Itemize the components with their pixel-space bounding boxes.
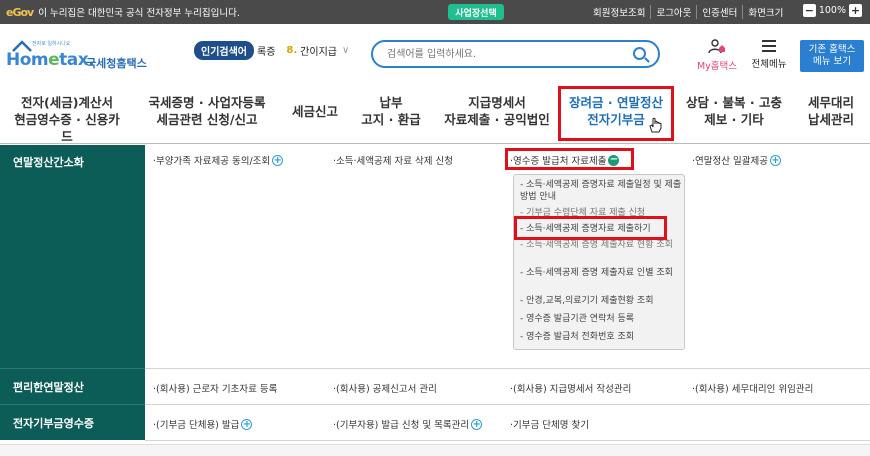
row-divider: [145, 368, 870, 369]
menu-employee-basic[interactable]: ·(회사용) 근로자 기초자료 등록: [153, 381, 277, 395]
receipt-submission-submenu: - 소득·세액공제 증명자료 제출일정 및 제출방법 안내 - 기부금 수령단체…: [513, 174, 685, 350]
zoom-control: − 100% +: [802, 4, 862, 17]
gov-notice-text[interactable]: 이 누리집은 대한민국 공식 전자정부 누리집입니다.: [38, 5, 240, 19]
page-bottom-strip: [0, 444, 870, 456]
screen-size-label: 화면크기: [742, 5, 788, 19]
egov-logo-icon: eGov: [6, 5, 34, 19]
utility-links: 회원정보조회 로그아웃 인증센터 화면크기: [588, 5, 788, 19]
menu-bulk-provision[interactable]: ·연말정산 일괄제공 +: [692, 153, 781, 167]
popular-rank: 8.: [286, 45, 298, 56]
submenu-item-phone-inquiry[interactable]: - 영수증 발급처 전화번호 조회: [520, 331, 684, 343]
menu-agent-delegation[interactable]: ·(회사용) 세무대리인 위임관리: [692, 381, 813, 395]
expand-plus-icon[interactable]: +: [769, 154, 781, 166]
row-head-convenient: 편리한연말정산: [0, 368, 145, 404]
popular-term[interactable]: 간이지급: [300, 43, 337, 58]
logout-link[interactable]: 로그아웃: [650, 5, 696, 19]
search-input[interactable]: [387, 47, 617, 61]
chevron-down-icon[interactable]: ∨: [342, 45, 349, 56]
search-icon[interactable]: [633, 47, 646, 60]
menu-deduction-delete-request[interactable]: ·소득·세액공제 자료 삭제 신청: [333, 153, 453, 167]
logo-korean: 국세청홈택스: [86, 57, 147, 70]
nav-payment-statement[interactable]: 지급명세서 자료제출 · 공익법인: [442, 94, 552, 128]
hand-cursor-icon: [649, 117, 662, 133]
nav-tax-agent[interactable]: 세무대리 납세관리: [796, 94, 866, 128]
menu-deduction-form[interactable]: ·(회사용) 공제신고서 관리: [333, 381, 437, 395]
old-hometax-line2: 메뉴 보기: [813, 56, 851, 67]
popular-searches: 인기검색어 록증 8. 간이지급 ∨: [194, 41, 349, 60]
member-info-link[interactable]: 회원정보조회: [588, 5, 650, 19]
all-menu-button[interactable]: 전체메뉴: [746, 39, 792, 70]
nav-consult[interactable]: 상담 · 불복 · 고충 제보 · 기타: [684, 94, 784, 128]
search-box: [371, 40, 660, 68]
popular-partial-term[interactable]: 록증: [257, 43, 275, 58]
menu-donation-org-search[interactable]: ·기부금 단체명 찾기: [510, 417, 589, 431]
main-nav: 전자(세금)계산서 현금영수증 · 신용카드 국세증명 · 사업자등록 세금관련 신…: [0, 84, 870, 144]
submenu-item-status-inquiry[interactable]: - 소득·세액공제 증명 제출자료 현황 조회: [520, 239, 684, 251]
row-head-simplified: 연말정산간소화: [0, 145, 145, 368]
nav-e-invoice[interactable]: 전자(세금)계산서 현금영수증 · 신용카드: [12, 94, 122, 145]
old-hometax-button[interactable]: 기존 홈택스 메뉴 보기: [800, 40, 864, 72]
row-divider: [145, 440, 870, 441]
expand-plus-icon[interactable]: +: [241, 418, 253, 430]
nav-payment[interactable]: 납부 고지 · 환급: [354, 94, 428, 128]
myhometax-label: My홈택스: [696, 61, 738, 72]
gov-notice: eGov 이 누리집은 대한민국 공식 전자정부 누리집입니다.: [6, 5, 240, 20]
submenu-item-contact-register[interactable]: - 영수증 발급기관 연락처 등록: [520, 313, 684, 325]
zoom-value: 100%: [818, 5, 846, 16]
row-divider: [145, 404, 870, 405]
nav-tax-return[interactable]: 세금신고: [286, 103, 344, 120]
menu-payment-statement[interactable]: ·(회사용) 지급명세서 작성관리: [510, 381, 631, 395]
logo-tagline: 전자로 일하시나요: [32, 41, 71, 47]
expand-plus-icon[interactable]: +: [272, 154, 284, 166]
cert-center-link[interactable]: 인증센터: [696, 5, 742, 19]
menu-dependent-consent[interactable]: ·부양가족 자료제공 동의/조회 +: [153, 153, 284, 167]
top-bar: eGov 이 누리집은 대한민국 공식 전자정부 누리집입니다. 사업장선택 회…: [0, 0, 870, 24]
zoom-in-button[interactable]: +: [849, 4, 862, 17]
menu-donation-issue[interactable]: ·(기부금 단체용) 발급 +: [153, 417, 253, 431]
submenu-item-person-inquiry[interactable]: - 소득·세액공제 증명 제출자료 인별 조회: [520, 267, 684, 279]
submit-proof-highlight: [514, 216, 667, 240]
submenu-item-glasses-uniform[interactable]: - 안경,교복,의료기기 제출현황 조회: [520, 295, 684, 307]
logo-wordmark: Hometax.: [6, 50, 95, 70]
receipt-submission-highlight: [505, 148, 634, 170]
menu-donor-request[interactable]: ·(기부자용) 발급 신청 및 목록관리 +: [333, 417, 483, 431]
hamburger-menu-icon: [762, 40, 776, 52]
person-with-house-icon: [708, 39, 725, 54]
zoom-out-button[interactable]: −: [802, 4, 816, 17]
popular-badge: 인기검색어: [194, 41, 254, 60]
myhometax-button[interactable]: My홈택스: [692, 39, 742, 72]
submenu-item-schedule[interactable]: - 소득·세액공제 증명자료 제출일정 및 제출방법 안내: [520, 179, 684, 203]
header: 전자로 일하시나요 Hometax. 국세청홈택스 인기검색어 록증 8. 간이…: [0, 24, 870, 84]
nav-certificate[interactable]: 국세증명 · 사업자등록 세금관련 신청/신고: [146, 94, 268, 128]
all-menu-label: 전체메뉴: [751, 59, 787, 70]
row-head-donation: 전자기부금영수증: [0, 404, 145, 440]
old-hometax-line1: 기존 홈택스: [808, 44, 856, 55]
business-select-button[interactable]: 사업장선택: [448, 4, 504, 20]
expand-plus-icon[interactable]: +: [471, 418, 483, 430]
